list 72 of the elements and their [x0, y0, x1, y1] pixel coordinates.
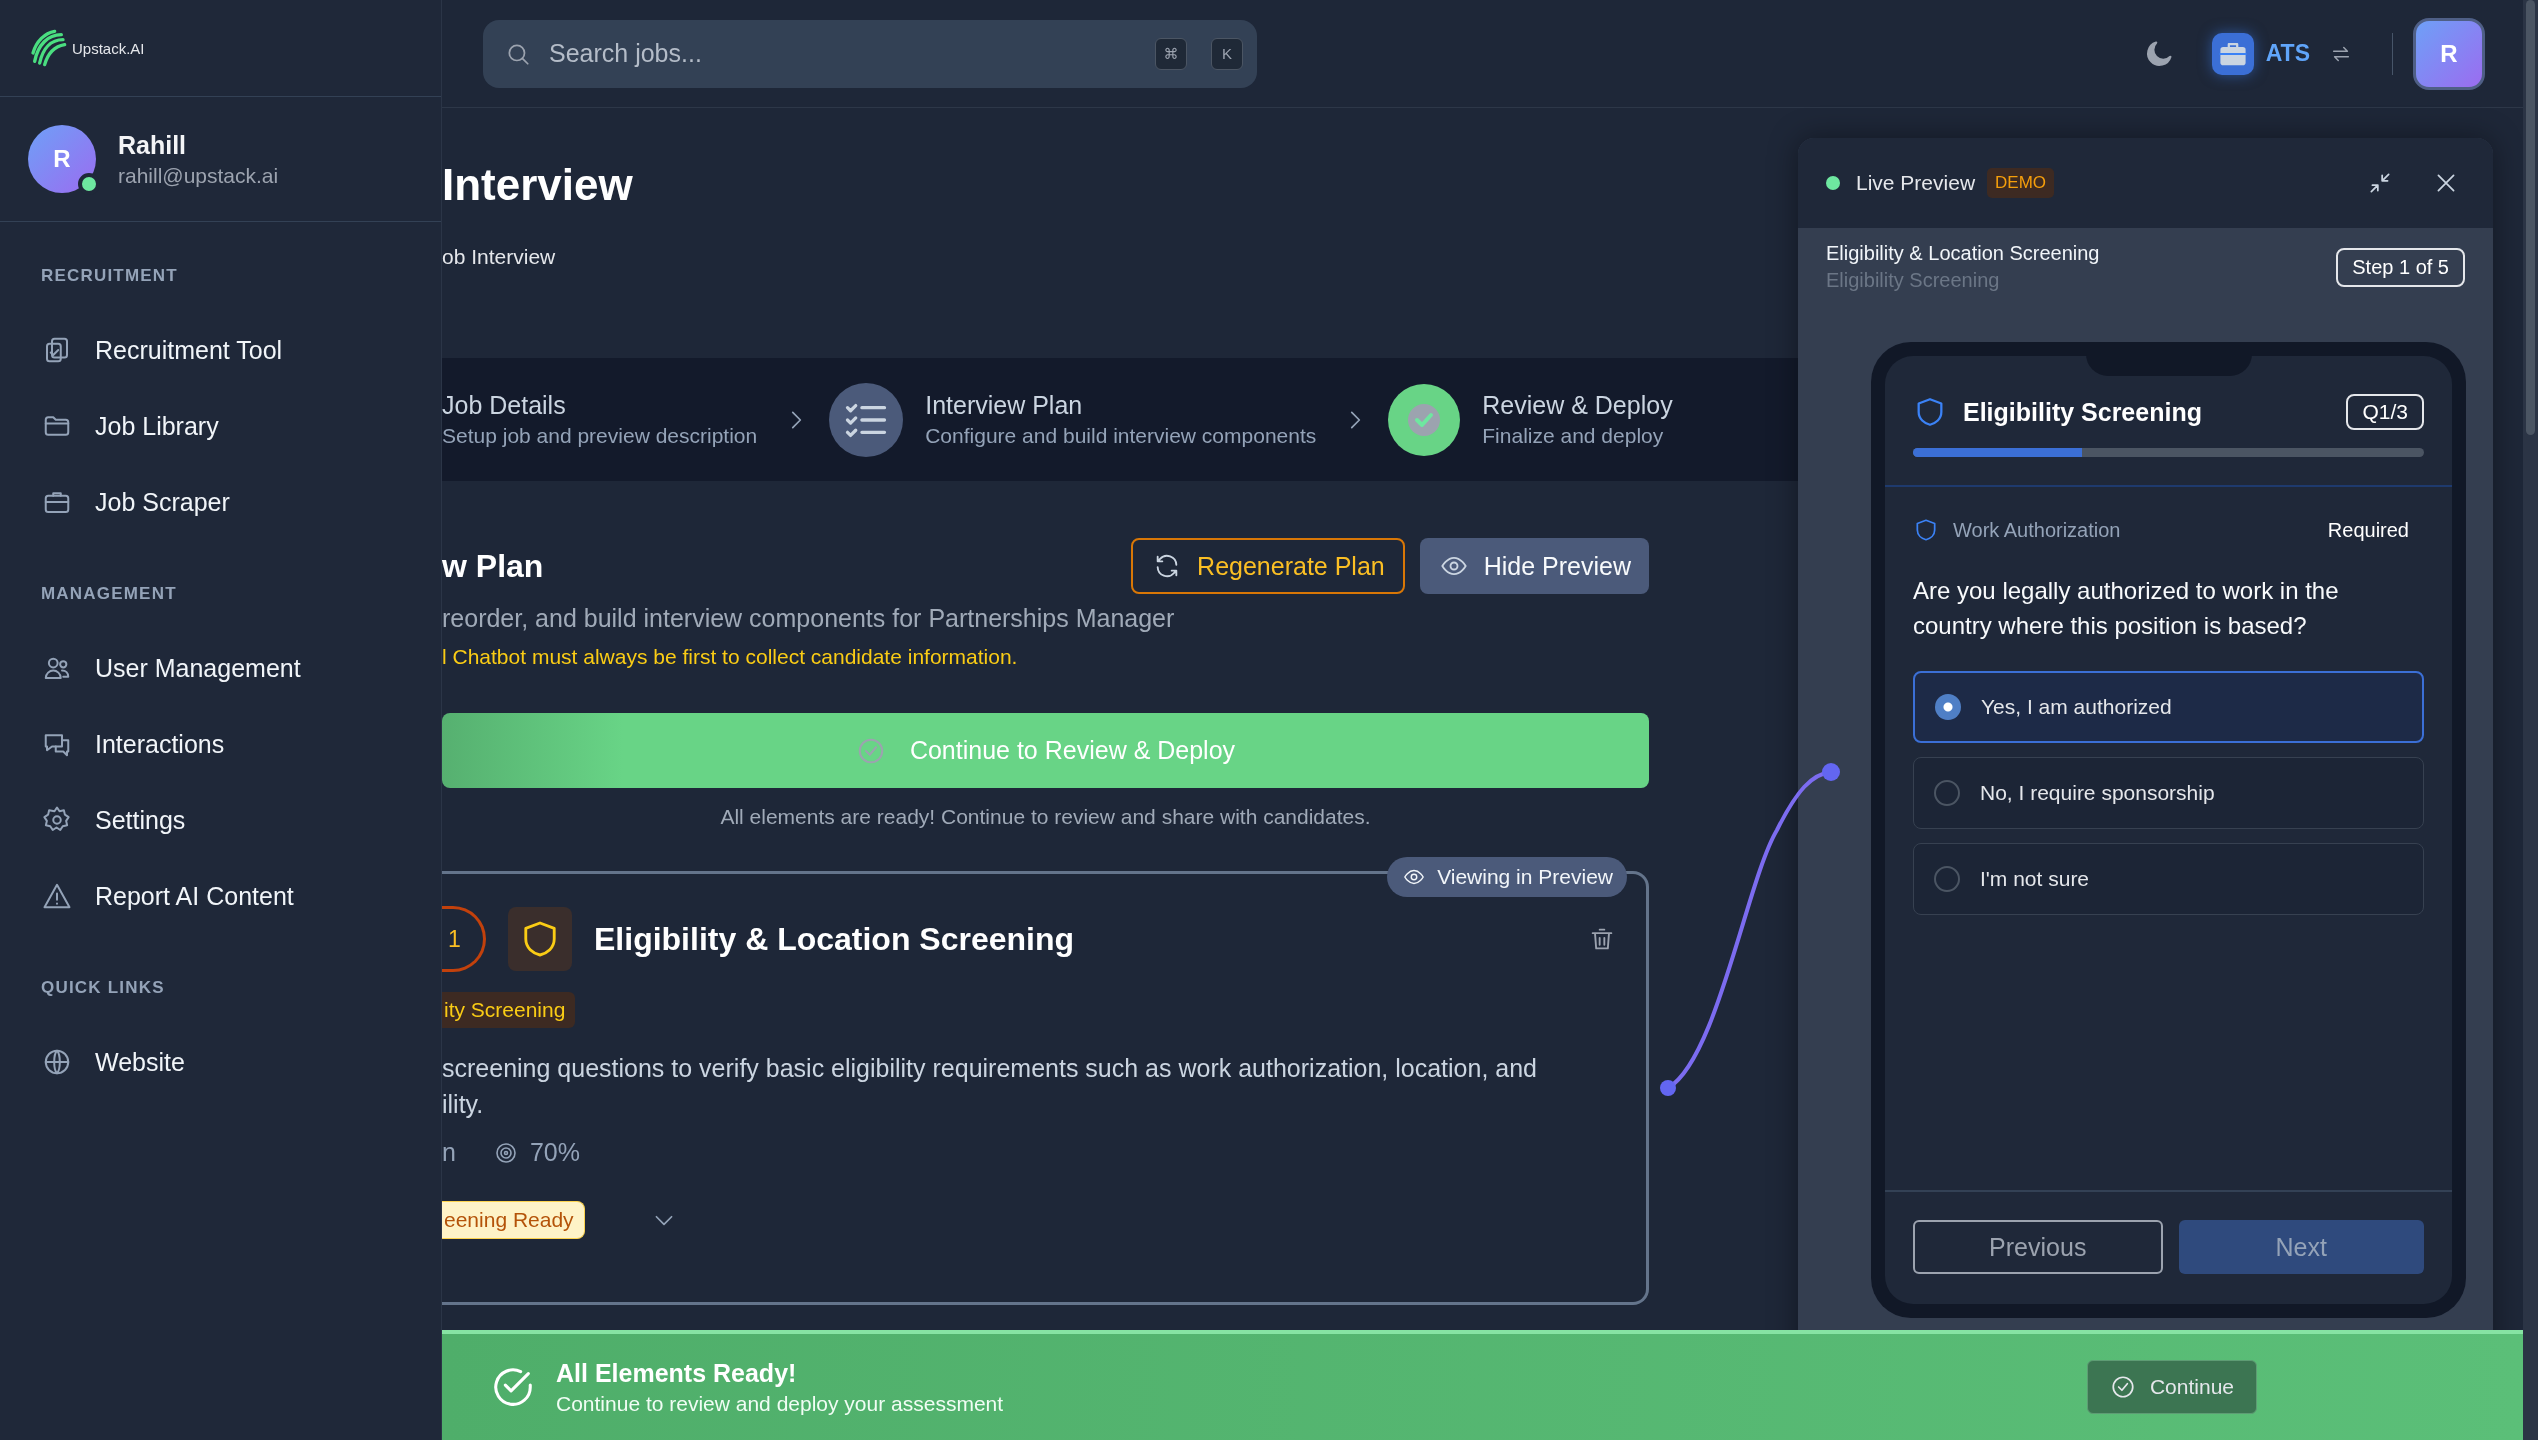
step-badge: Step 1 of 5 — [2336, 247, 2465, 287]
question-counter: Q1/3 — [2346, 394, 2424, 430]
step-title: Interview Plan — [925, 391, 1084, 420]
section-heading: RECRUITMENT — [40, 265, 179, 287]
component-type: Eligibility Screening — [1826, 269, 2001, 292]
answer-option[interactable]: I'm not sure — [1913, 843, 2424, 915]
sidebar-item[interactable]: Settings — [0, 782, 441, 858]
section-heading: QUICK LINKS — [40, 977, 166, 999]
step-description: Finalize and deploy — [1482, 424, 1665, 448]
radio-button[interactable] — [1935, 694, 1961, 720]
component-title: Eligibility & Location Screening — [1826, 242, 2100, 265]
sidebar-item[interactable]: Job Scraper — [0, 464, 441, 540]
answer-option[interactable]: No, I require sponsorship — [1913, 757, 2424, 829]
step-title: Job Details — [442, 391, 567, 420]
check-circle-icon — [2109, 1374, 2136, 1400]
sidebar-item[interactable]: User Management — [0, 630, 441, 706]
helper-text: All elements are ready! Continue to review and share with candidates. — [719, 805, 1372, 829]
screening-title: Eligibility Screening — [1963, 397, 2203, 427]
sidebar-item[interactable]: Interactions — [0, 706, 441, 782]
avatar: R — [28, 125, 96, 193]
sidebar-item[interactable]: Website — [0, 1024, 441, 1100]
sidebar-item[interactable]: Job Library — [0, 388, 441, 464]
duration-text: n — [442, 1138, 456, 1167]
banner-title: All Elements Ready! — [556, 1358, 798, 1388]
question-category: Work Authorization — [1953, 518, 2122, 542]
radio-button[interactable] — [1934, 780, 1960, 806]
warning-text: l Chatbot must always be first to collect candidate information. — [442, 645, 1019, 669]
scrollbar-thumb[interactable] — [2526, 0, 2535, 435]
step-description: Configure and build interview components — [925, 424, 1317, 448]
panel-title: Live Preview — [1856, 171, 1976, 195]
page-subtitle: ob Interview — [442, 245, 557, 269]
section-description: reorder, and build interview components for Partnerships Manager — [442, 604, 1176, 633]
banner-subtitle: Continue to review and deploy your assessment — [556, 1391, 1004, 1416]
continue-button[interactable]: Continue — [2086, 1360, 2257, 1414]
description-line: screening questions to verify basic eligibility requirements such as work authorization, location, and — [442, 1053, 1538, 1084]
briefcase-icon — [2211, 32, 2254, 75]
globe-icon — [42, 1047, 72, 1077]
user-email: rahill@upstack.ai — [118, 163, 279, 188]
step-title: Review & Deploy — [1482, 391, 1673, 420]
sidebar-item[interactable]: Recruitment Tool — [0, 312, 441, 388]
card-title: Eligibility & Location Screening — [594, 920, 1076, 958]
brand-name: Upstack.AI — [72, 39, 145, 57]
sidebar-item[interactable]: Report AI Content — [0, 858, 441, 934]
required-label: Required — [2327, 518, 2409, 542]
answer-option[interactable]: Yes, I am authorized — [1913, 671, 2424, 743]
page-title: Interview — [442, 160, 634, 210]
shield-icon — [508, 907, 572, 971]
user-name: Rahill — [118, 130, 188, 160]
search-input[interactable]: Search jobs... — [547, 38, 1131, 69]
category-tag: ity Screening — [442, 992, 576, 1028]
workspace-switcher[interactable]: ATS — [2211, 32, 2352, 75]
status-badge: eening Ready — [442, 1201, 585, 1239]
preview-badge: Viewing in Preview — [1387, 857, 1627, 897]
step-description: Setup job and preview description — [442, 424, 758, 448]
question-text: Are you legally authorized to work in the country where this position is based? — [1913, 576, 2340, 641]
warning-icon — [42, 881, 72, 911]
description-line: ility. — [442, 1089, 485, 1120]
previous-button[interactable]: Previous — [1913, 1220, 2163, 1274]
hide-preview-button[interactable]: Hide Preview — [1419, 538, 1649, 594]
step-number: 1 — [442, 906, 486, 972]
target-icon — [493, 1140, 518, 1165]
keyboard-key: K — [1211, 37, 1243, 70]
regenerate-button[interactable]: Regenerate Plan — [1131, 538, 1405, 594]
score-text: 70% — [529, 1138, 580, 1167]
logo-icon — [28, 28, 68, 68]
section-title: w Plan — [442, 547, 544, 585]
shield-icon — [1913, 517, 1939, 543]
section-heading: MANAGEMENT — [40, 583, 178, 605]
search-field[interactable]: Search jobs... ⌘ K — [483, 19, 1257, 88]
demo-badge: DEMO — [1987, 168, 2055, 198]
radio-button[interactable] — [1934, 866, 1960, 892]
keyboard-key: ⌘ — [1155, 37, 1187, 70]
